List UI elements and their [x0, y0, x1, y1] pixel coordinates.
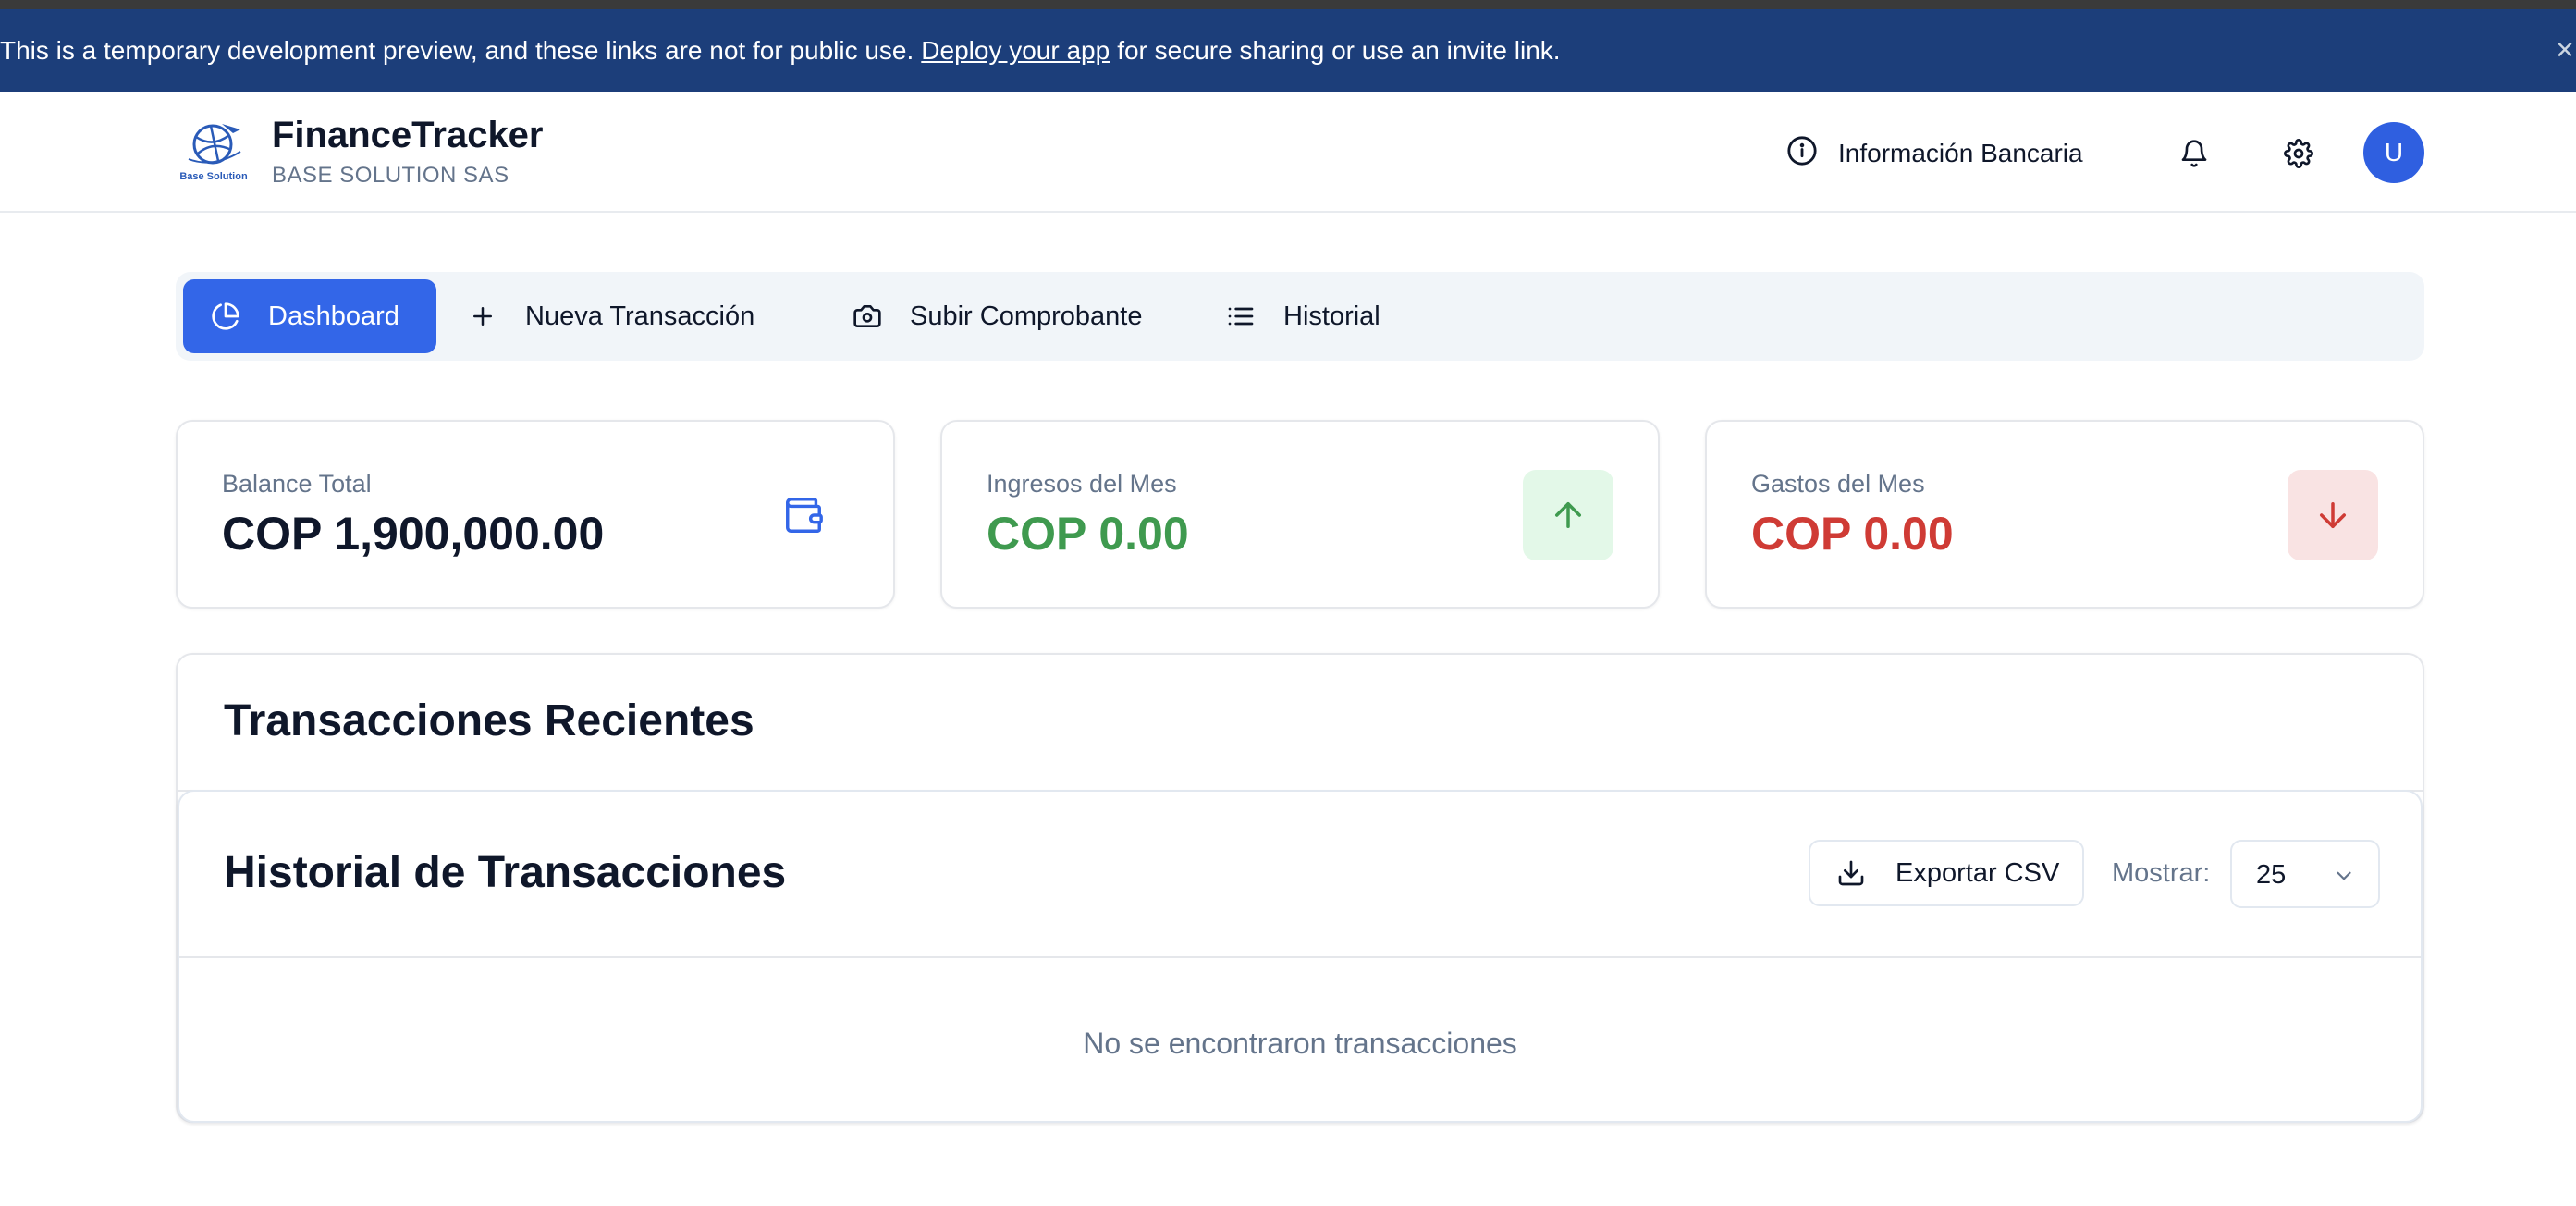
banner-text-after: for secure sharing or use an invite link… [1117, 36, 1561, 65]
preview-banner: This is a temporary development preview,… [0, 9, 2576, 92]
divider [179, 956, 2421, 958]
empty-state-message: No se encontraron transacciones [1083, 1027, 1517, 1060]
download-icon [1833, 855, 1870, 892]
export-csv-label: Exportar CSV [1895, 857, 2060, 888]
income-card: Ingresos del Mes COP 0.00 [940, 420, 1660, 609]
expense-value: COP 0.00 [1751, 508, 1954, 560]
history-title: Historial de Transacciones [224, 848, 787, 897]
plus-icon [464, 298, 501, 335]
bank-info-label: Información Bancaria [1838, 139, 2083, 167]
chevron-down-icon [2330, 862, 2358, 890]
user-avatar[interactable]: U [2363, 122, 2424, 183]
tab-historial-label: Historial [1283, 301, 1380, 331]
page-size-select[interactable]: 25 [2230, 840, 2380, 908]
page-size-label: Mostrar: [2112, 858, 2211, 888]
wallet-icon [758, 470, 849, 560]
arrow-down-icon [2288, 470, 2378, 560]
balance-label: Balance Total [222, 470, 372, 498]
banner-text-before: This is a temporary development preview,… [0, 36, 914, 65]
tab-dashboard-label: Dashboard [268, 301, 399, 331]
income-label: Ingresos del Mes [987, 470, 1177, 498]
app-header: Base Solution FinanceTracker BASE SOLUTI… [0, 92, 2576, 213]
tab-subir-comprobante-label: Subir Comprobante [910, 301, 1143, 331]
tab-nueva-transaccion[interactable]: Nueva Transacción [464, 279, 754, 353]
camera-icon [849, 298, 886, 335]
balance-value: COP 1,900,000.00 [222, 508, 605, 560]
bank-info-button[interactable]: Información Bancaria [1786, 135, 2083, 172]
tab-subir-comprobante[interactable]: Subir Comprobante [849, 279, 1142, 353]
page-size-value: 25 [2256, 860, 2287, 890]
export-csv-button[interactable]: Exportar CSV [1809, 840, 2084, 906]
pie-chart-icon [207, 298, 244, 335]
deploy-app-link[interactable]: Deploy your app [921, 36, 1110, 66]
close-icon[interactable]: × [2556, 31, 2576, 68]
income-value: COP 0.00 [987, 508, 1189, 560]
gear-icon[interactable] [2280, 135, 2317, 172]
transaction-history-panel: Historial de Transacciones Exportar CSV … [178, 790, 2423, 1123]
app-title: FinanceTracker [272, 115, 544, 155]
company-logo[interactable]: Base Solution [176, 120, 251, 183]
list-icon [1222, 298, 1259, 335]
tab-historial[interactable]: Historial [1222, 279, 1380, 353]
company-name: BASE SOLUTION SAS [272, 163, 509, 188]
expense-card: Gastos del Mes COP 0.00 [1705, 420, 2424, 609]
logo-caption: Base Solution [179, 171, 248, 182]
tab-nueva-transaccion-label: Nueva Transacción [525, 301, 755, 331]
main-tabs: Dashboard Nueva Transacción Subir Compro… [176, 272, 2424, 361]
browser-top-edge [0, 0, 2576, 9]
recent-transactions-title: Transacciones Recientes [224, 696, 754, 745]
balance-card: Balance Total COP 1,900,000.00 [176, 420, 895, 609]
bell-icon[interactable] [2176, 135, 2213, 172]
tab-dashboard[interactable]: Dashboard [183, 279, 436, 353]
expense-label: Gastos del Mes [1751, 470, 1925, 498]
banner-message: This is a temporary development preview,… [0, 9, 1561, 92]
arrow-up-icon [1523, 470, 1613, 560]
info-icon [1786, 135, 1818, 173]
